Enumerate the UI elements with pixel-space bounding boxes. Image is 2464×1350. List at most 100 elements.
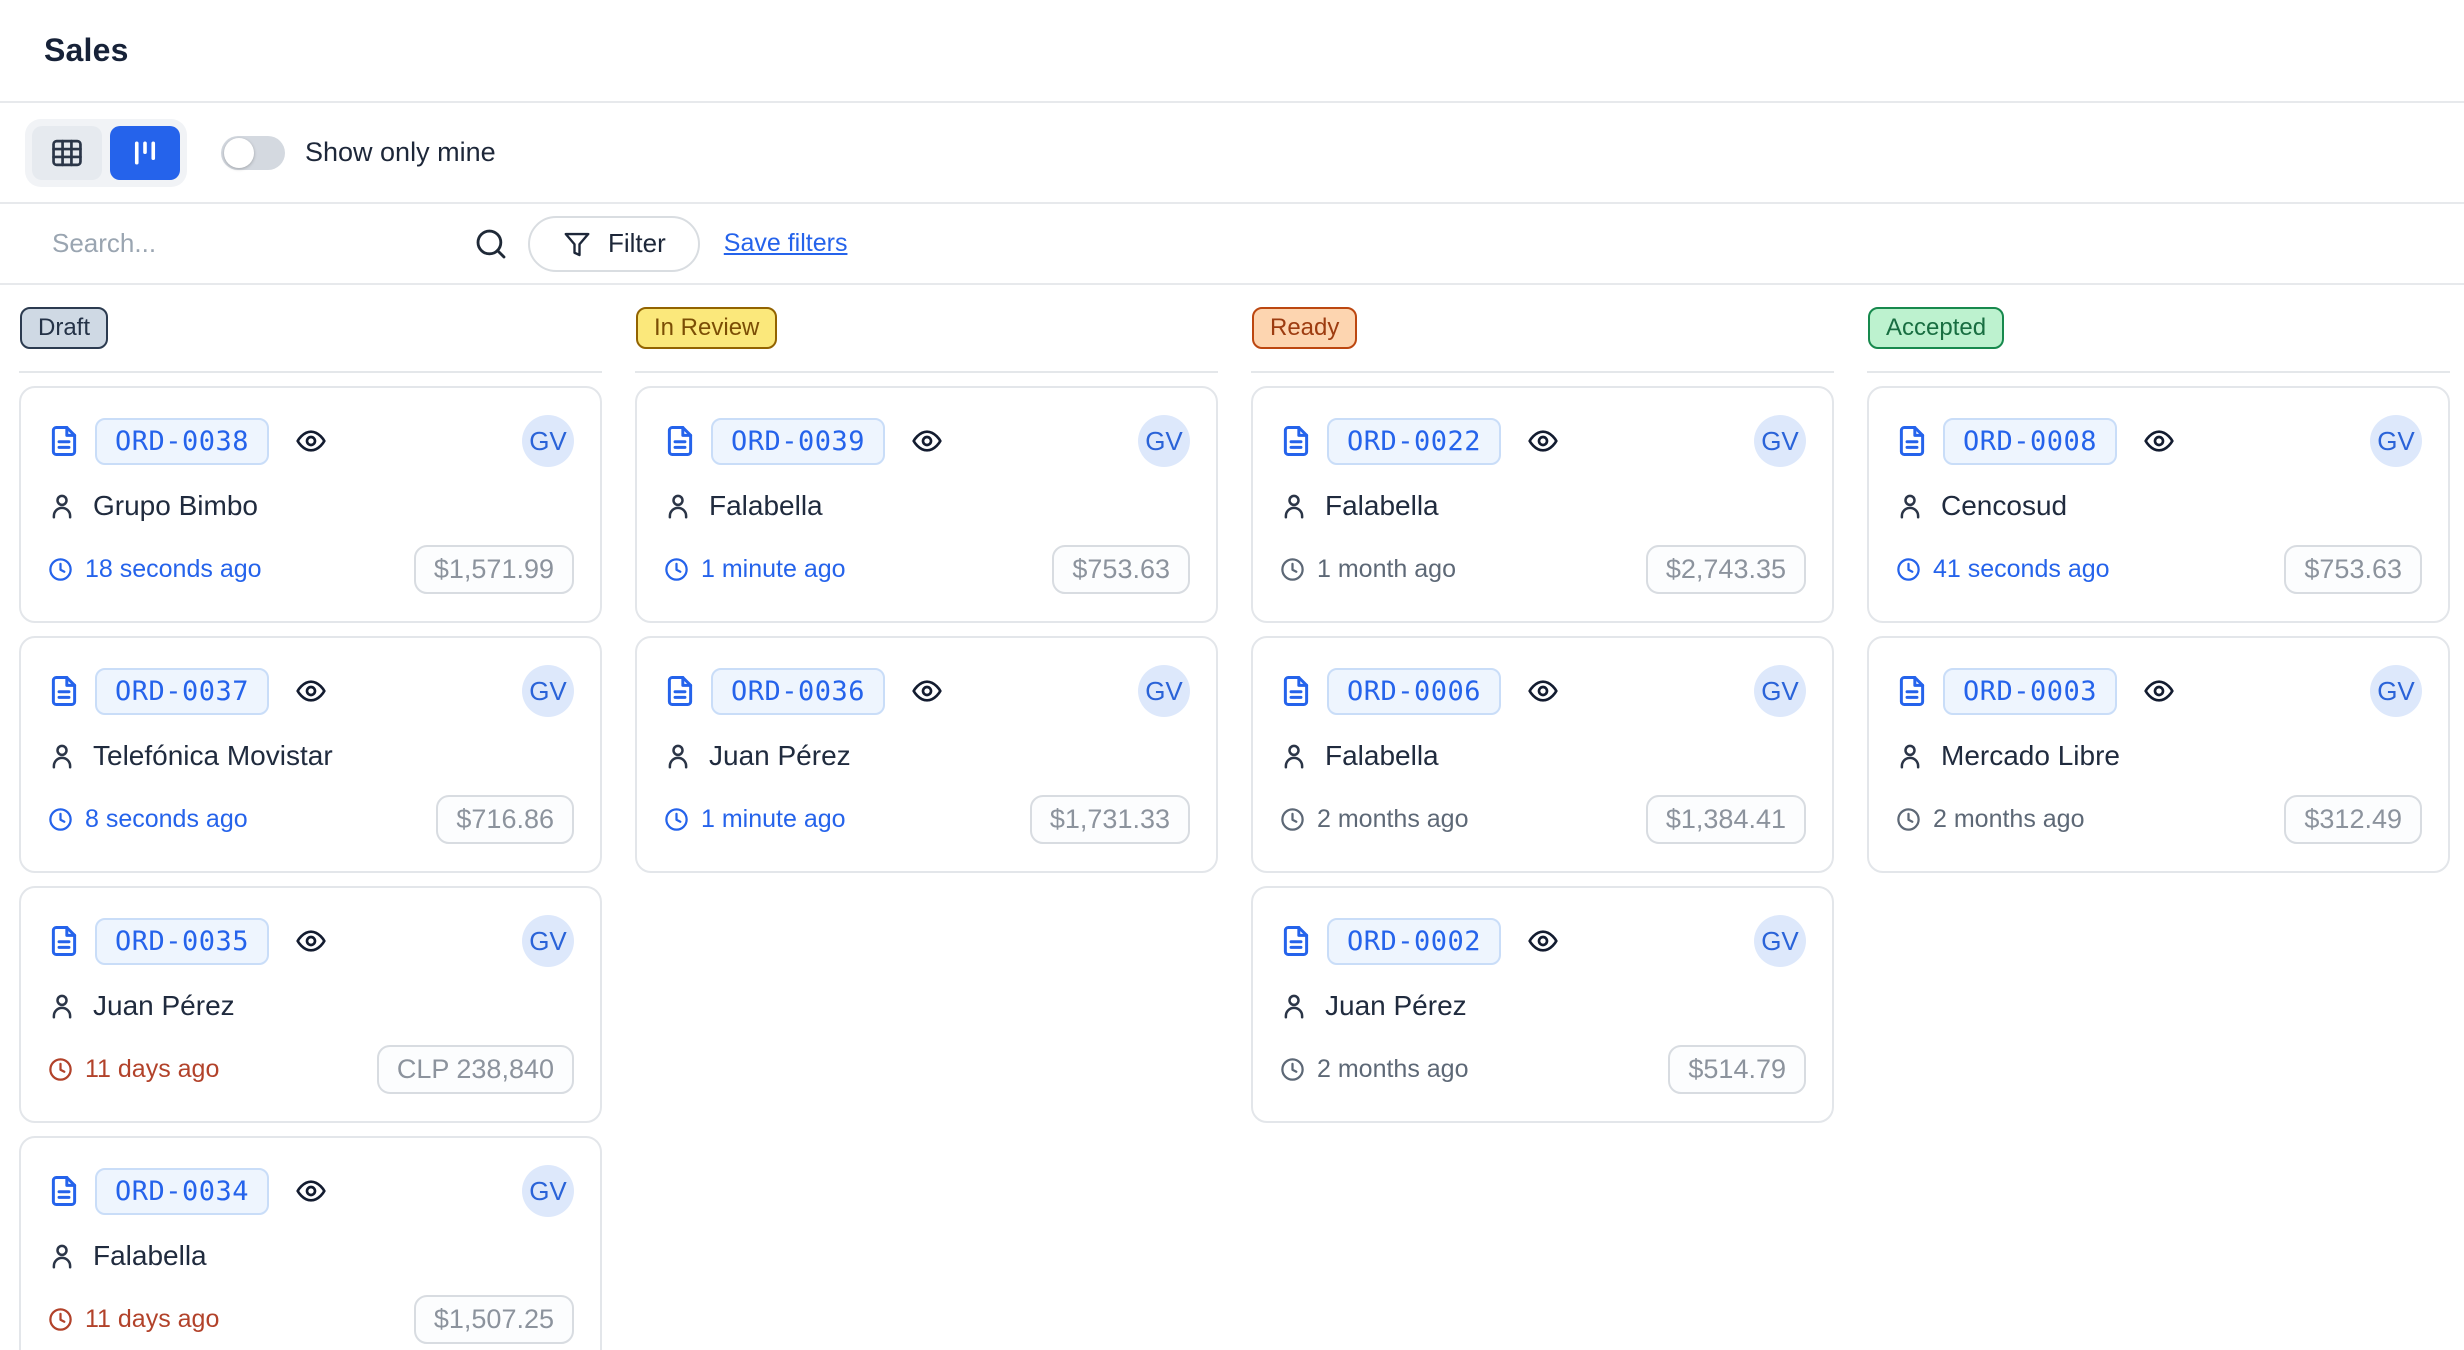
clock-icon: [1895, 806, 1922, 833]
order-id-badge[interactable]: ORD-0039: [711, 418, 885, 465]
order-card[interactable]: ORD-0039 GV Falabella: [635, 386, 1218, 623]
order-id-badge[interactable]: ORD-0008: [1943, 418, 2117, 465]
time-ago: 1 minute ago: [663, 805, 846, 834]
amount-badge: $753.63: [2284, 545, 2422, 594]
person-icon: [1279, 991, 1309, 1021]
show-only-mine-toggle[interactable]: [221, 136, 285, 170]
card-bottom-row: 1 minute ago $1,731.33: [663, 795, 1190, 844]
order-id-badge[interactable]: ORD-0037: [95, 668, 269, 715]
kanban-board: Draft ORD-0038 GV: [0, 285, 2464, 1350]
card-customer-row: Juan Pérez: [1279, 990, 1806, 1022]
order-card[interactable]: ORD-0038 GV Grupo Bimbo: [19, 386, 602, 623]
avatar: GV: [522, 415, 574, 467]
filter-button-label: Filter: [608, 228, 666, 259]
time-ago-label: 2 months ago: [1933, 805, 2085, 834]
eye-icon[interactable]: [1527, 425, 1559, 457]
document-icon: [1279, 424, 1313, 458]
eye-icon[interactable]: [2143, 675, 2175, 707]
eye-icon[interactable]: [2143, 425, 2175, 457]
card-list: ORD-0038 GV Grupo Bimbo: [19, 371, 602, 1350]
avatar: GV: [2370, 665, 2422, 717]
order-card[interactable]: ORD-0008 GV Cencosud: [1867, 386, 2450, 623]
avatar: GV: [1754, 665, 1806, 717]
time-ago-label: 1 minute ago: [701, 805, 846, 834]
order-card[interactable]: ORD-0037 GV Telefónica Movistar: [19, 636, 602, 873]
card-customer-row: Mercado Libre: [1895, 740, 2422, 772]
avatar: GV: [1754, 915, 1806, 967]
person-icon: [1279, 491, 1309, 521]
clock-icon: [47, 556, 74, 583]
time-ago: 11 days ago: [47, 1305, 219, 1334]
table-view-button[interactable]: [32, 126, 102, 180]
card-customer-row: Falabella: [1279, 490, 1806, 522]
clock-icon: [1895, 556, 1922, 583]
person-icon: [1279, 741, 1309, 771]
order-id-badge[interactable]: ORD-0003: [1943, 668, 2117, 715]
order-id-badge[interactable]: ORD-0035: [95, 918, 269, 965]
card-top-row: ORD-0022 GV: [1279, 415, 1806, 467]
document-icon: [1279, 674, 1313, 708]
search-icon: [472, 225, 510, 263]
search-input[interactable]: [52, 228, 470, 259]
person-icon: [47, 1241, 77, 1271]
order-id-badge[interactable]: ORD-0036: [711, 668, 885, 715]
time-ago: 1 month ago: [1279, 555, 1456, 584]
document-icon: [1895, 674, 1929, 708]
eye-icon[interactable]: [295, 925, 327, 957]
order-card[interactable]: ORD-0035 GV Juan Pérez: [19, 886, 602, 1123]
order-card[interactable]: ORD-0022 GV Falabella: [1251, 386, 1834, 623]
avatar: GV: [1138, 665, 1190, 717]
order-card[interactable]: ORD-0003 GV Mercado Libre: [1867, 636, 2450, 873]
customer-name: Falabella: [93, 1240, 207, 1272]
eye-icon[interactable]: [295, 1175, 327, 1207]
customer-name: Cencosud: [1941, 490, 2067, 522]
order-card[interactable]: ORD-0036 GV Juan Pérez: [635, 636, 1218, 873]
time-ago-label: 2 months ago: [1317, 1055, 1469, 1084]
card-top-row: ORD-0039 GV: [663, 415, 1190, 467]
time-ago: 18 seconds ago: [47, 555, 262, 584]
card-bottom-row: 2 months ago $312.49: [1895, 795, 2422, 844]
customer-name: Juan Pérez: [93, 990, 235, 1022]
order-card[interactable]: ORD-0034 GV Falabella: [19, 1136, 602, 1350]
order-id-badge[interactable]: ORD-0006: [1327, 668, 1501, 715]
document-icon: [47, 924, 81, 958]
kanban-column: Ready ORD-0022 GV: [1251, 307, 1834, 1136]
customer-name: Mercado Libre: [1941, 740, 2120, 772]
amount-badge: $1,507.25: [414, 1295, 574, 1344]
order-card[interactable]: ORD-0006 GV Falabella: [1251, 636, 1834, 873]
amount-badge: $716.86: [436, 795, 574, 844]
eye-icon[interactable]: [295, 675, 327, 707]
kanban-view-button[interactable]: [110, 126, 180, 180]
amount-badge: $514.79: [1668, 1045, 1806, 1094]
document-icon: [47, 1174, 81, 1208]
order-id-badge[interactable]: ORD-0034: [95, 1168, 269, 1215]
kanban-column: Draft ORD-0038 GV: [19, 307, 602, 1350]
customer-name: Telefónica Movistar: [93, 740, 333, 772]
clock-icon: [1279, 1056, 1306, 1083]
order-id-badge[interactable]: ORD-0022: [1327, 418, 1501, 465]
document-icon: [663, 674, 697, 708]
card-bottom-row: 41 seconds ago $753.63: [1895, 545, 2422, 594]
eye-icon[interactable]: [911, 675, 943, 707]
avatar: GV: [522, 915, 574, 967]
eye-icon[interactable]: [1527, 925, 1559, 957]
eye-icon[interactable]: [1527, 675, 1559, 707]
time-ago: 11 days ago: [47, 1055, 219, 1084]
time-ago-label: 41 seconds ago: [1933, 555, 2110, 584]
person-icon: [47, 491, 77, 521]
save-filters-link[interactable]: Save filters: [724, 229, 848, 258]
card-bottom-row: 1 minute ago $753.63: [663, 545, 1190, 594]
eye-icon[interactable]: [911, 425, 943, 457]
page-header: Sales: [0, 0, 2464, 103]
order-id-badge[interactable]: ORD-0038: [95, 418, 269, 465]
clock-icon: [1279, 806, 1306, 833]
eye-icon[interactable]: [295, 425, 327, 457]
card-bottom-row: 11 days ago CLP 238,840: [47, 1045, 574, 1094]
filter-button[interactable]: Filter: [528, 216, 700, 272]
order-card[interactable]: ORD-0002 GV Juan Pérez: [1251, 886, 1834, 1123]
clock-icon: [1279, 556, 1306, 583]
document-icon: [47, 424, 81, 458]
card-bottom-row: 8 seconds ago $716.86: [47, 795, 574, 844]
clock-icon: [47, 1056, 74, 1083]
order-id-badge[interactable]: ORD-0002: [1327, 918, 1501, 965]
